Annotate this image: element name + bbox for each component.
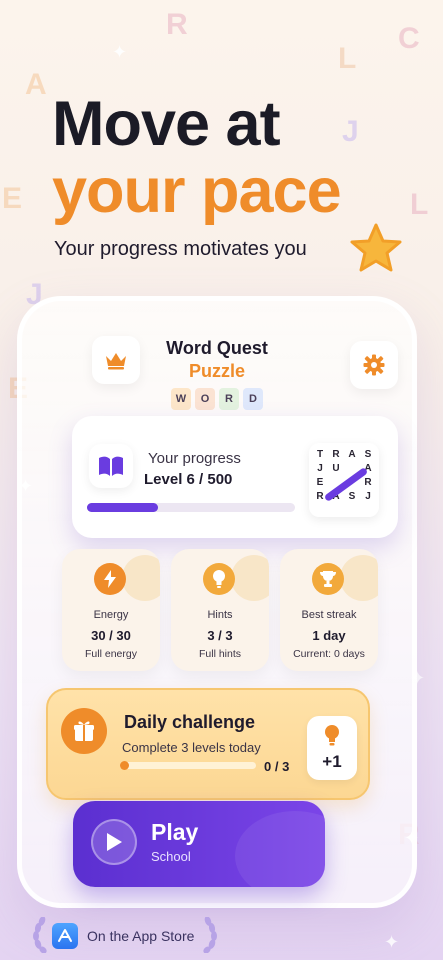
book-badge	[89, 444, 133, 488]
daily-progress-dot	[120, 761, 129, 770]
laurel-left-icon	[33, 917, 47, 953]
reward-amount: +1	[322, 752, 342, 771]
daily-title: Daily challenge	[124, 712, 256, 732]
grid-cell: S	[364, 449, 372, 460]
trophy-icon	[312, 563, 344, 595]
reward-badge: +1	[307, 716, 357, 780]
lightning-icon	[94, 563, 126, 595]
star-icon	[350, 223, 402, 272]
decor-letter-l: L	[338, 42, 357, 75]
app-subtitle: Puzzle	[188, 361, 245, 381]
energy-value: 30 / 30	[91, 628, 131, 643]
decor-letter-j: J	[342, 115, 359, 148]
play-button[interactable]: Play School	[73, 801, 325, 887]
word-tile: W	[171, 388, 191, 410]
decor-letter-a: A	[25, 68, 47, 101]
hero-line-1: Move at	[52, 89, 281, 159]
play-label: Play	[151, 819, 199, 845]
play-sub: School	[151, 849, 191, 864]
lightbulb-icon	[325, 725, 339, 746]
hints-value: 3 / 3	[207, 628, 233, 643]
progress-bar-fill	[87, 503, 158, 512]
word-tile: O	[195, 388, 215, 410]
energy-sub: Full energy	[85, 648, 137, 660]
word-tile: R	[219, 388, 239, 410]
hints-card[interactable]: Hints 3 / 3 Full hints	[171, 549, 269, 671]
streak-value: 1 day	[312, 628, 346, 643]
grid-row: T R A S	[314, 449, 374, 463]
grid-cell: S	[348, 491, 356, 502]
hero-headline: Move at your pace	[52, 89, 342, 226]
app-store-icon	[52, 923, 78, 949]
lightbulb-icon	[203, 563, 235, 595]
word-grid-thumbnail: T R A S J U A E R R A S J	[309, 443, 379, 517]
streak-card[interactable]: Best streak 1 day Current: 0 days	[280, 549, 378, 671]
card-blob	[231, 555, 269, 601]
gift-icon	[61, 708, 107, 754]
card-blob	[340, 555, 378, 601]
sparkle-icon: ✦	[384, 932, 400, 952]
grid-row: R A S J	[314, 491, 374, 505]
decor-letter-e: E	[2, 182, 23, 215]
play-decor	[235, 811, 325, 887]
daily-challenge-card[interactable]: Daily challenge Complete 3 levels today …	[46, 688, 370, 800]
streak-title: Best streak	[301, 609, 357, 621]
energy-card[interactable]: Energy 30 / 30 Full energy	[62, 549, 160, 671]
book-icon	[99, 456, 123, 476]
app-title-block: Word Quest Puzzle W O R D	[22, 338, 412, 410]
card-blob	[122, 555, 160, 601]
grid-cell: U	[332, 463, 340, 474]
grid-cell: J	[317, 463, 323, 474]
decor-letter-l2: L	[410, 188, 429, 221]
play-icon	[91, 819, 137, 865]
grid-cell: A	[348, 449, 356, 460]
hints-sub: Full hints	[198, 648, 241, 660]
daily-count: 0 / 3	[264, 759, 290, 774]
grid-cell: R	[332, 449, 340, 460]
sparkle-icon: ✦	[112, 42, 128, 62]
progress-level: Level 6 / 500	[144, 471, 233, 488]
phone-mockup: Word Quest Puzzle W O R D Your progress …	[17, 296, 417, 908]
daily-progress-bar	[120, 761, 256, 770]
grid-cell: T	[316, 449, 324, 460]
decor-letter-r: R	[166, 8, 188, 41]
grid-cell: R	[364, 477, 372, 488]
streak-sub: Current: 0 days	[293, 648, 365, 660]
hero-line-2: your pace	[52, 156, 342, 226]
grid-cell: E	[316, 477, 324, 488]
progress-bar	[87, 503, 295, 512]
app-store-badge[interactable]: On the App Store	[30, 915, 220, 955]
app-title: Word Quest	[166, 338, 268, 358]
hero-subtitle: Your progress motivates you	[54, 238, 307, 260]
word-tile: D	[243, 388, 263, 410]
hints-title: Hints	[207, 609, 233, 621]
progress-label: Your progress	[148, 450, 241, 467]
word-tiles: W O R D	[22, 388, 412, 410]
daily-subtitle: Complete 3 levels today	[122, 740, 261, 755]
energy-title: Energy	[93, 609, 129, 621]
grid-cell: J	[365, 491, 371, 502]
decor-letter-c: C	[398, 22, 420, 55]
app-store-label: On the App Store	[87, 928, 195, 944]
laurel-right-icon	[203, 917, 217, 953]
progress-card[interactable]: Your progress Level 6 / 500 T R A S J U …	[72, 416, 398, 538]
